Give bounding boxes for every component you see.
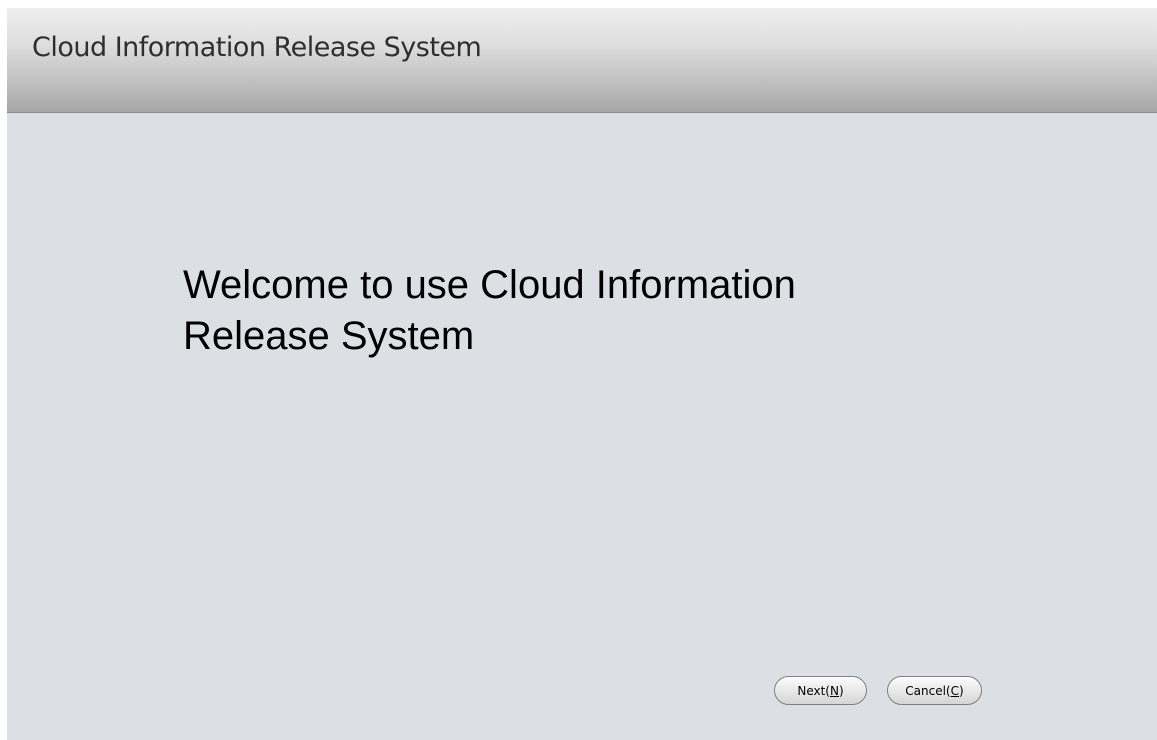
next-button[interactable]: Next(N) (774, 676, 867, 705)
title-bar: Cloud Information Release System (7, 8, 1157, 113)
cancel-button-label: Cancel(C) (905, 683, 964, 698)
next-button-label: Next(N) (797, 683, 844, 698)
installer-window: Cloud Information Release System Welcome… (7, 8, 1157, 740)
welcome-message: Welcome to use Cloud Information Release… (183, 263, 796, 358)
window-title: Cloud Information Release System (32, 32, 482, 63)
cancel-button[interactable]: Cancel(C) (887, 676, 982, 705)
